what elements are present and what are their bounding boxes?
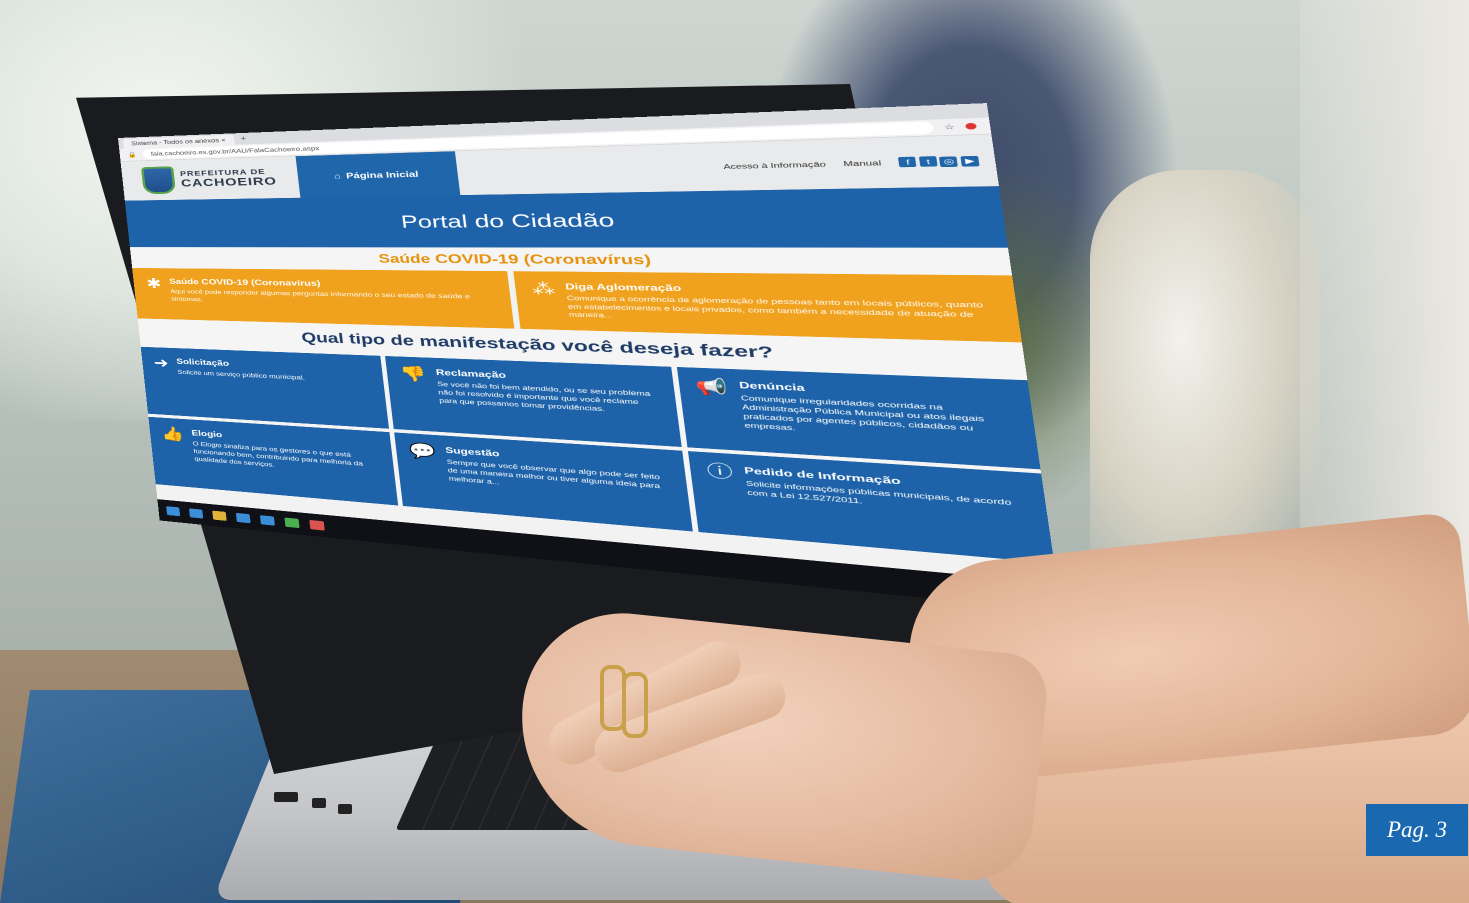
star-icon[interactable]: ☆	[943, 122, 955, 131]
link-manual[interactable]: Manual	[843, 159, 882, 168]
home-tab-label: Página Inicial	[345, 169, 419, 181]
home-tab[interactable]: ⌂ Página Inicial	[295, 151, 461, 198]
card-desc: Comunique irregularidades ocorridas na A…	[740, 394, 985, 433]
thumbs-up-icon: 👍	[160, 425, 185, 443]
app-icon[interactable]	[284, 517, 300, 529]
instagram-icon[interactable]: ◎	[939, 156, 959, 167]
file-explorer-icon[interactable]	[212, 510, 227, 521]
home-icon: ⌂	[333, 171, 342, 181]
site-logo[interactable]: PREFEITURA DE CACHOEIRO	[121, 156, 301, 200]
card-sugestao[interactable]: 💬 Sugestão Sempre que você observar que …	[393, 432, 694, 532]
thumbs-down-icon: 👎	[398, 364, 428, 383]
background-glass-jar	[1090, 170, 1320, 590]
edge-icon[interactable]	[188, 508, 204, 519]
megaphone-icon: 📢	[694, 376, 729, 397]
photo-scene: Sistema - Todos os anexos × + 🔒 fala.cac…	[0, 0, 1469, 903]
browser-tab-label: Sistema - Todos os anexos	[130, 137, 220, 147]
laptop-port	[338, 804, 352, 814]
chrome-icon[interactable]	[309, 519, 325, 531]
task-view-icon[interactable]	[166, 506, 181, 517]
card-pedido-informacao[interactable]: ⓘ Pedido de Informação Solicite informaç…	[688, 451, 1055, 564]
lock-icon: 🔒	[127, 151, 137, 158]
link-acesso-informacao[interactable]: Acesso à Informação	[723, 160, 826, 170]
virus-icon: ✱	[145, 275, 163, 292]
store-icon[interactable]	[235, 512, 251, 524]
crowd-icon: ⁂	[530, 279, 557, 298]
logo-line2: CACHOEIRO	[180, 174, 278, 190]
wedding-ring	[622, 672, 648, 738]
city-crest-icon	[140, 166, 176, 195]
chat-bubbles-icon: 💬	[408, 441, 437, 461]
facebook-icon[interactable]: f	[898, 156, 918, 168]
page-number-badge: Pag. 3	[1366, 804, 1468, 856]
youtube-icon[interactable]: ▶	[960, 155, 980, 167]
covid-card-saude[interactable]: ✱ Saúde COVID-19 (Coronavírus) Aqui você…	[132, 267, 515, 329]
laptop-port	[312, 798, 326, 808]
extension-icon[interactable]	[965, 122, 977, 130]
laptop-port	[274, 792, 298, 802]
card-solicitacao[interactable]: ➜ Solicitação Solicite um serviço públic…	[140, 346, 389, 429]
mail-icon[interactable]	[259, 515, 275, 526]
card-elogio[interactable]: 👍 Elogio O Elogio sinaliza para os gesto…	[148, 416, 398, 506]
arrow-icon: ➜	[152, 354, 170, 371]
new-tab-button[interactable]: +	[233, 133, 254, 145]
covid-card-desc: Comunique a ocorrência de aglomeração de…	[566, 294, 984, 320]
covid-card-desc: Aqui você pode responder algumas pergunt…	[169, 288, 471, 303]
close-icon[interactable]: ×	[221, 137, 226, 143]
twitter-icon[interactable]: t	[918, 156, 938, 168]
card-reclamacao[interactable]: 👎 Reclamação Se você não foi bem atendid…	[384, 355, 683, 448]
info-icon: ⓘ	[705, 461, 735, 482]
